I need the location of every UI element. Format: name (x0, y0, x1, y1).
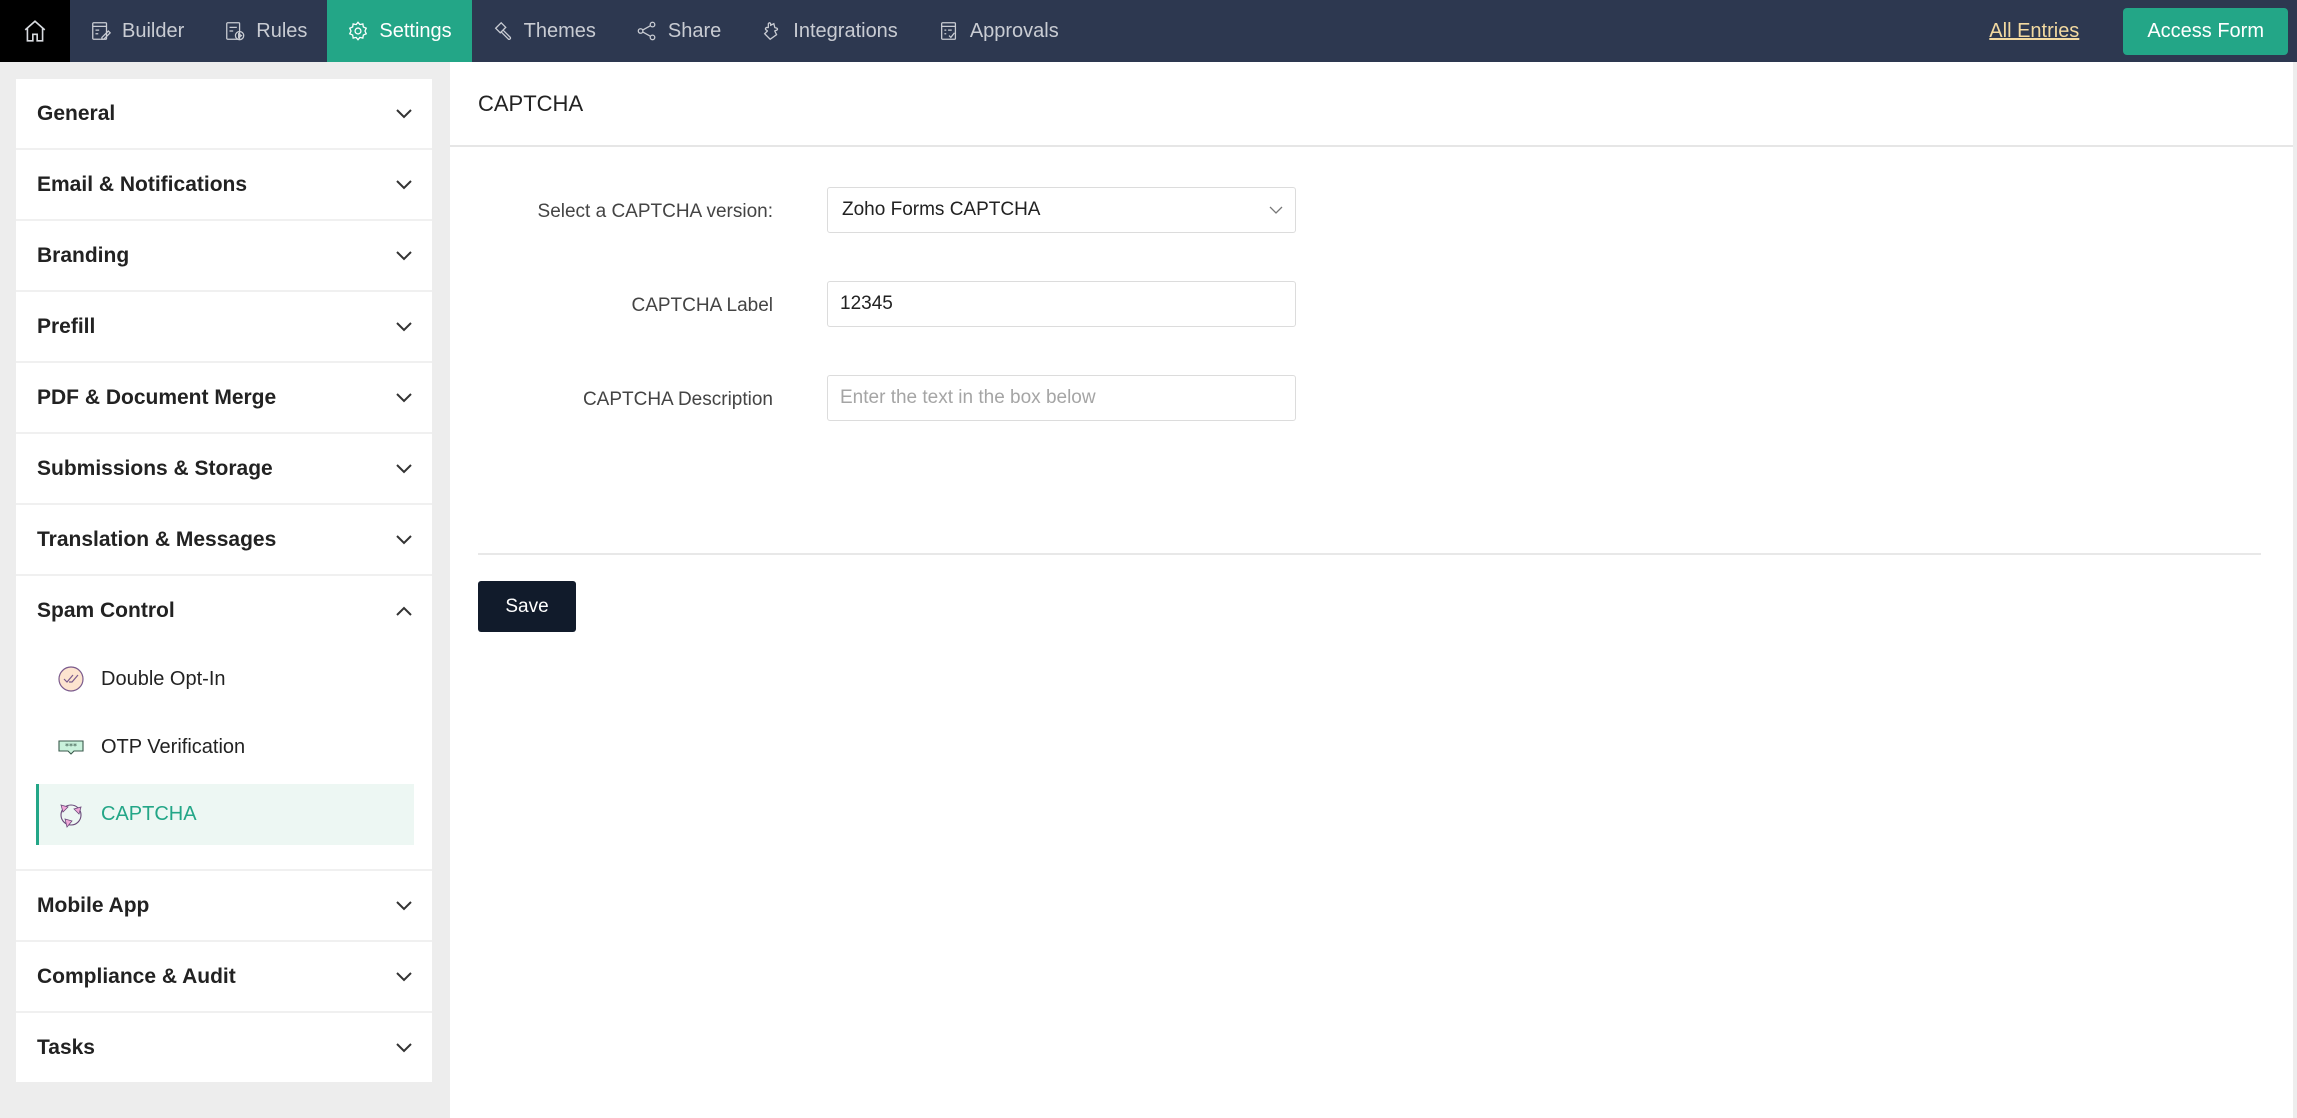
sidebar-item-label: Double Opt-In (101, 667, 226, 690)
sidebar-section-label: Branding (37, 243, 130, 267)
puzzle-icon (764, 22, 779, 41)
sidebar-section-label: Mobile App (37, 893, 150, 917)
sidebar-header-spam-control[interactable]: Spam Control (16, 576, 432, 645)
sidebar-item-label: OTP Verification (101, 735, 246, 758)
panel-header: CAPTCHA (450, 62, 2293, 147)
approvals-icon (940, 22, 956, 40)
save-button[interactable]: Save (478, 581, 576, 632)
sidebar-section-label: Tasks (37, 1035, 95, 1059)
double-check-icon (58, 666, 84, 692)
captcha-version-label: Select a CAPTCHA version: (537, 201, 773, 222)
brush-icon (494, 21, 511, 41)
topbar-actions: All Entries Access Form (1989, 0, 2297, 62)
captcha-version-value: Zoho Forms CAPTCHA (842, 199, 1041, 220)
otp-chat-icon: *** (58, 740, 84, 755)
rules-icon (226, 22, 245, 41)
chevron-down-icon (396, 179, 412, 189)
sidebar-header-mobile-app[interactable]: Mobile App (16, 871, 432, 940)
nav-builder-label: Builder (122, 19, 185, 42)
chevron-down-icon (1269, 206, 1283, 214)
nav-rules-label: Rules (256, 19, 308, 42)
sidebar-section-submissions-storage: Submissions & Storage (16, 434, 432, 505)
sidebar-section-label: Compliance & Audit (37, 964, 236, 988)
nav-themes[interactable]: Themes (472, 0, 616, 62)
sidebar-section-label: Email & Notifications (37, 172, 248, 196)
nav-share-label: Share (667, 19, 722, 42)
nav-themes-label: Themes (523, 19, 596, 42)
chevron-down-icon (396, 971, 412, 981)
sidebar-section-mobile-app: Mobile App (16, 871, 432, 942)
nav-share[interactable]: Share (616, 0, 741, 62)
captcha-description-label: CAPTCHA Description (582, 389, 773, 410)
nav-rules[interactable]: Rules (204, 0, 327, 62)
sidebar-section-email-notifications: Email & Notifications (16, 150, 432, 221)
home-icon (24, 20, 46, 42)
gear-icon (349, 21, 368, 41)
captcha-version-select[interactable]: Zoho Forms CAPTCHA (827, 187, 1296, 233)
sidebar-section-label: Translation & Messages (37, 527, 277, 551)
all-entries-link[interactable]: All Entries (1989, 20, 2079, 43)
chevron-down-icon (396, 321, 412, 331)
sidebar-section-branding: Branding (16, 221, 432, 292)
svg-text:***: *** (65, 742, 77, 751)
chevron-down-icon (396, 250, 412, 260)
nav-integrations-label: Integrations (793, 19, 898, 42)
sidebar-header-email-notifications[interactable]: Email & Notifications (16, 150, 432, 219)
sidebar-item-label: CAPTCHA (101, 803, 197, 825)
spam-control-items: Double Opt-In *** OTP Verification CAPTC… (16, 645, 432, 869)
sidebar-section-compliance-audit: Compliance & Audit (16, 942, 432, 1013)
settings-menu: General Email & Notifications Branding P… (16, 79, 432, 1082)
form-divider (478, 553, 2261, 555)
sidebar-section-general: General (16, 79, 432, 150)
main-nav: Builder Rules Settings Themes Share Inte… (70, 0, 1079, 62)
nav-approvals-label: Approvals (969, 19, 1059, 42)
sidebar-header-compliance-audit[interactable]: Compliance & Audit (16, 942, 432, 1011)
sidebar-section-pdf-document-merge: PDF & Document Merge (16, 363, 432, 434)
sidebar-section-label: General (37, 101, 116, 125)
chevron-down-icon (396, 463, 412, 473)
sidebar-header-pdf-document-merge[interactable]: PDF & Document Merge (16, 363, 432, 432)
top-navigation-bar: Builder Rules Settings Themes Share Inte… (0, 0, 2297, 62)
sidebar-section-prefill: Prefill (16, 292, 432, 363)
nav-integrations[interactable]: Integrations (741, 0, 918, 62)
chevron-up-icon (396, 606, 412, 616)
sidebar-header-tasks[interactable]: Tasks (16, 1013, 432, 1082)
sidebar-section-translation-messages: Translation & Messages (16, 505, 432, 576)
access-form-button[interactable]: Access Form (2123, 7, 2288, 55)
nav-settings-label: Settings (379, 19, 452, 42)
captcha-settings-panel: CAPTCHA Select a CAPTCHA version: Zoho F… (450, 62, 2293, 1118)
sidebar-item-otp-verification[interactable]: *** OTP Verification (36, 713, 414, 781)
sidebar-header-translation-messages[interactable]: Translation & Messages (16, 505, 432, 574)
sidebar-section-label: Spam Control (37, 598, 175, 622)
nav-builder[interactable]: Builder (70, 0, 204, 62)
sidebar-section-tasks: Tasks (16, 1013, 432, 1082)
home-button[interactable] (0, 0, 70, 62)
share-icon (637, 21, 656, 41)
chevron-down-icon (396, 534, 412, 544)
chevron-down-icon (396, 900, 412, 910)
sidebar-header-branding[interactable]: Branding (16, 221, 432, 290)
page-edge (2293, 62, 2297, 1118)
chevron-down-icon (396, 1042, 412, 1052)
nav-settings[interactable]: Settings (327, 0, 472, 62)
sidebar-item-captcha[interactable]: CAPTCHA (36, 784, 414, 845)
sidebar-item-double-opt-in[interactable]: Double Opt-In (36, 645, 414, 713)
sidebar-section-label: Prefill (37, 314, 96, 338)
captcha-label-input[interactable] (827, 281, 1296, 327)
sidebar-header-prefill[interactable]: Prefill (16, 292, 432, 361)
sidebar-header-general[interactable]: General (16, 79, 432, 148)
captcha-label-label: CAPTCHA Label (631, 295, 773, 316)
captcha-icon (60, 803, 82, 828)
sidebar-section-spam-control: Spam Control Double Opt-In *** OTP Verif… (16, 576, 432, 871)
sidebar-section-label: PDF & Document Merge (37, 385, 277, 409)
chevron-down-icon (396, 108, 412, 118)
sidebar-section-label: Submissions & Storage (37, 456, 273, 480)
sidebar-header-submissions-storage[interactable]: Submissions & Storage (16, 434, 432, 503)
page-title: CAPTCHA (478, 90, 584, 116)
nav-approvals[interactable]: Approvals (918, 0, 1079, 62)
builder-icon (92, 22, 112, 40)
captcha-description-input[interactable] (827, 375, 1296, 421)
